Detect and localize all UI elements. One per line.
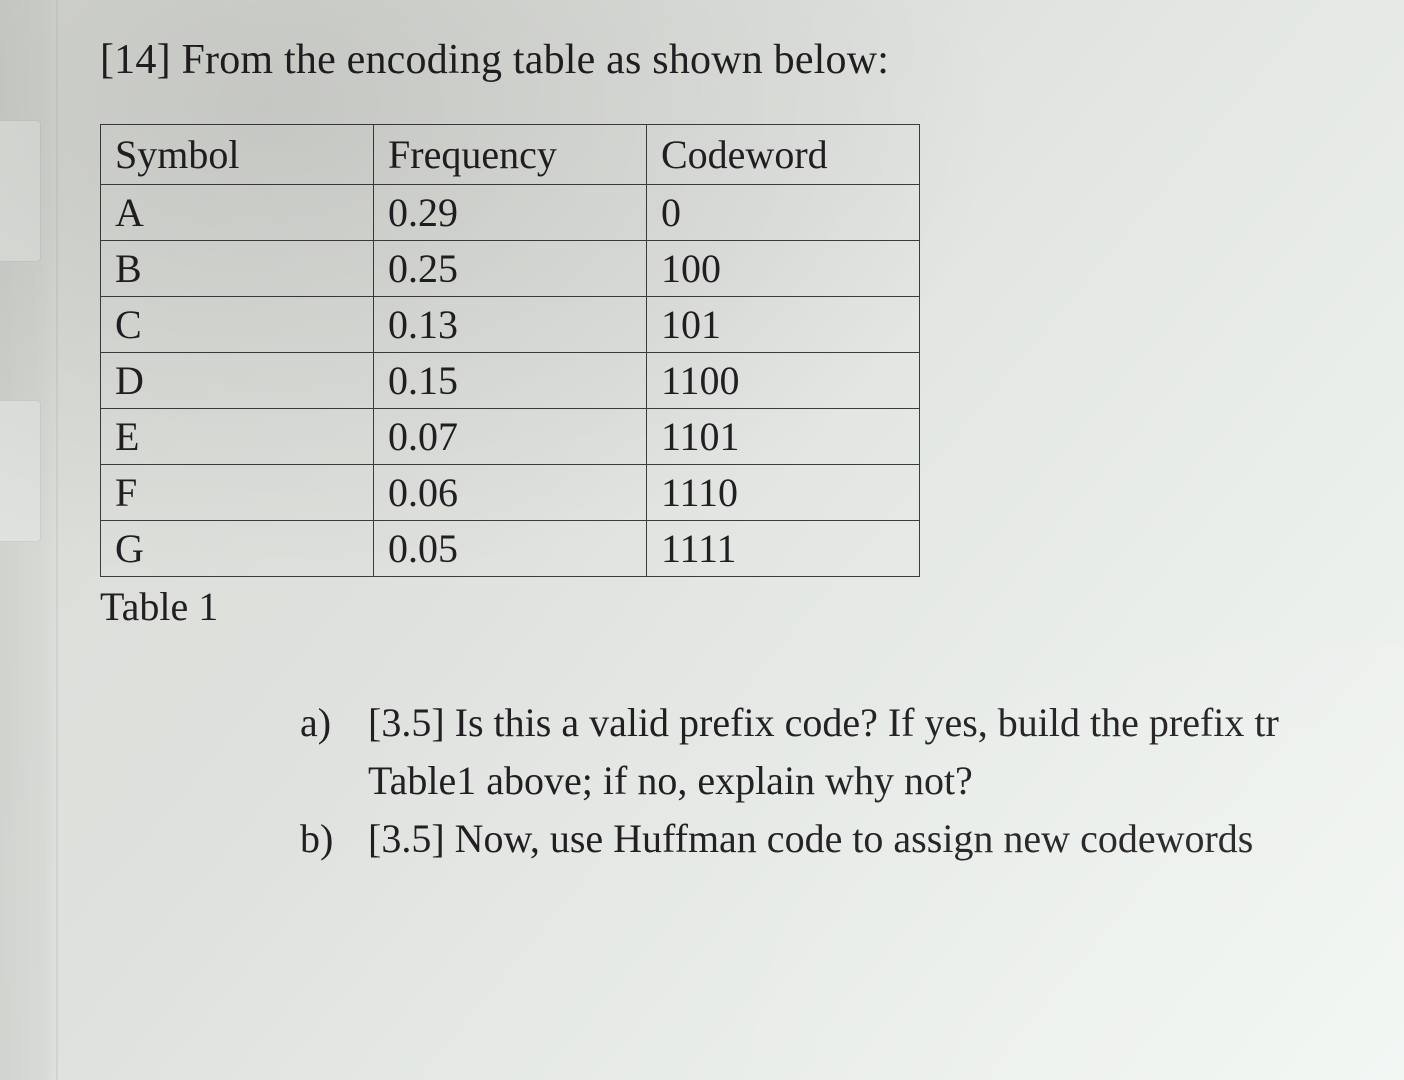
table-row: A 0.29 0 [101,185,920,241]
table-row: G 0.05 1111 [101,521,920,577]
subpart-a-text1: Is this a valid prefix code? If yes, bui… [455,700,1279,745]
cell-codeword: 100 [647,241,920,297]
subpart-b-text1: Now, use Huffman code to assign new code… [455,816,1254,861]
cell-frequency: 0.05 [374,521,647,577]
cell-frequency: 0.25 [374,241,647,297]
page-content: [14] From the encoding table as shown be… [100,36,1404,868]
col-header-codeword: Codeword [647,125,920,185]
gutter-tab [0,120,41,262]
cell-codeword: 1101 [647,409,920,465]
page-gutter [0,0,58,1080]
subpart-a-text2: Table1 above; if no, explain why not? [368,758,973,803]
col-header-frequency: Frequency [374,125,647,185]
table-row: B 0.25 100 [101,241,920,297]
cell-codeword: 0 [647,185,920,241]
table-row: E 0.07 1101 [101,409,920,465]
cell-codeword: 1100 [647,353,920,409]
subpart-a-points: [3.5] [368,700,445,745]
encoding-table: Symbol Frequency Codeword A 0.29 0 B 0.2… [100,124,920,577]
subparts: a) [3.5] Is this a valid prefix code? If… [300,694,1400,868]
subpart-b-body: [3.5] Now, use Huffman code to assign ne… [368,810,1400,868]
subpart-b-label: b) [300,810,348,868]
table-caption: Table 1 [100,583,1404,630]
cell-frequency: 0.15 [374,353,647,409]
cell-frequency: 0.13 [374,297,647,353]
question-points: [14] [100,37,171,83]
question-heading: [14] From the encoding table as shown be… [100,36,1404,84]
subpart-a: a) [3.5] Is this a valid prefix code? If… [300,694,1400,810]
subpart-a-body: [3.5] Is this a valid prefix code? If ye… [368,694,1400,810]
cell-frequency: 0.06 [374,465,647,521]
subpart-b-points: [3.5] [368,816,445,861]
cell-symbol: A [101,185,374,241]
cell-codeword: 1111 [647,521,920,577]
subpart-b: b) [3.5] Now, use Huffman code to assign… [300,810,1400,868]
table-header-row: Symbol Frequency Codeword [101,125,920,185]
table-row: F 0.06 1110 [101,465,920,521]
cell-symbol: G [101,521,374,577]
cell-symbol: F [101,465,374,521]
col-header-symbol: Symbol [101,125,374,185]
gutter-tab [0,400,41,542]
cell-symbol: B [101,241,374,297]
subpart-a-label: a) [300,694,348,810]
cell-symbol: C [101,297,374,353]
table-row: C 0.13 101 [101,297,920,353]
cell-symbol: E [101,409,374,465]
cell-codeword: 101 [647,297,920,353]
cell-frequency: 0.29 [374,185,647,241]
table-row: D 0.15 1100 [101,353,920,409]
cell-frequency: 0.07 [374,409,647,465]
cell-codeword: 1110 [647,465,920,521]
cell-symbol: D [101,353,374,409]
question-prompt: From the encoding table as shown below: [181,37,889,83]
